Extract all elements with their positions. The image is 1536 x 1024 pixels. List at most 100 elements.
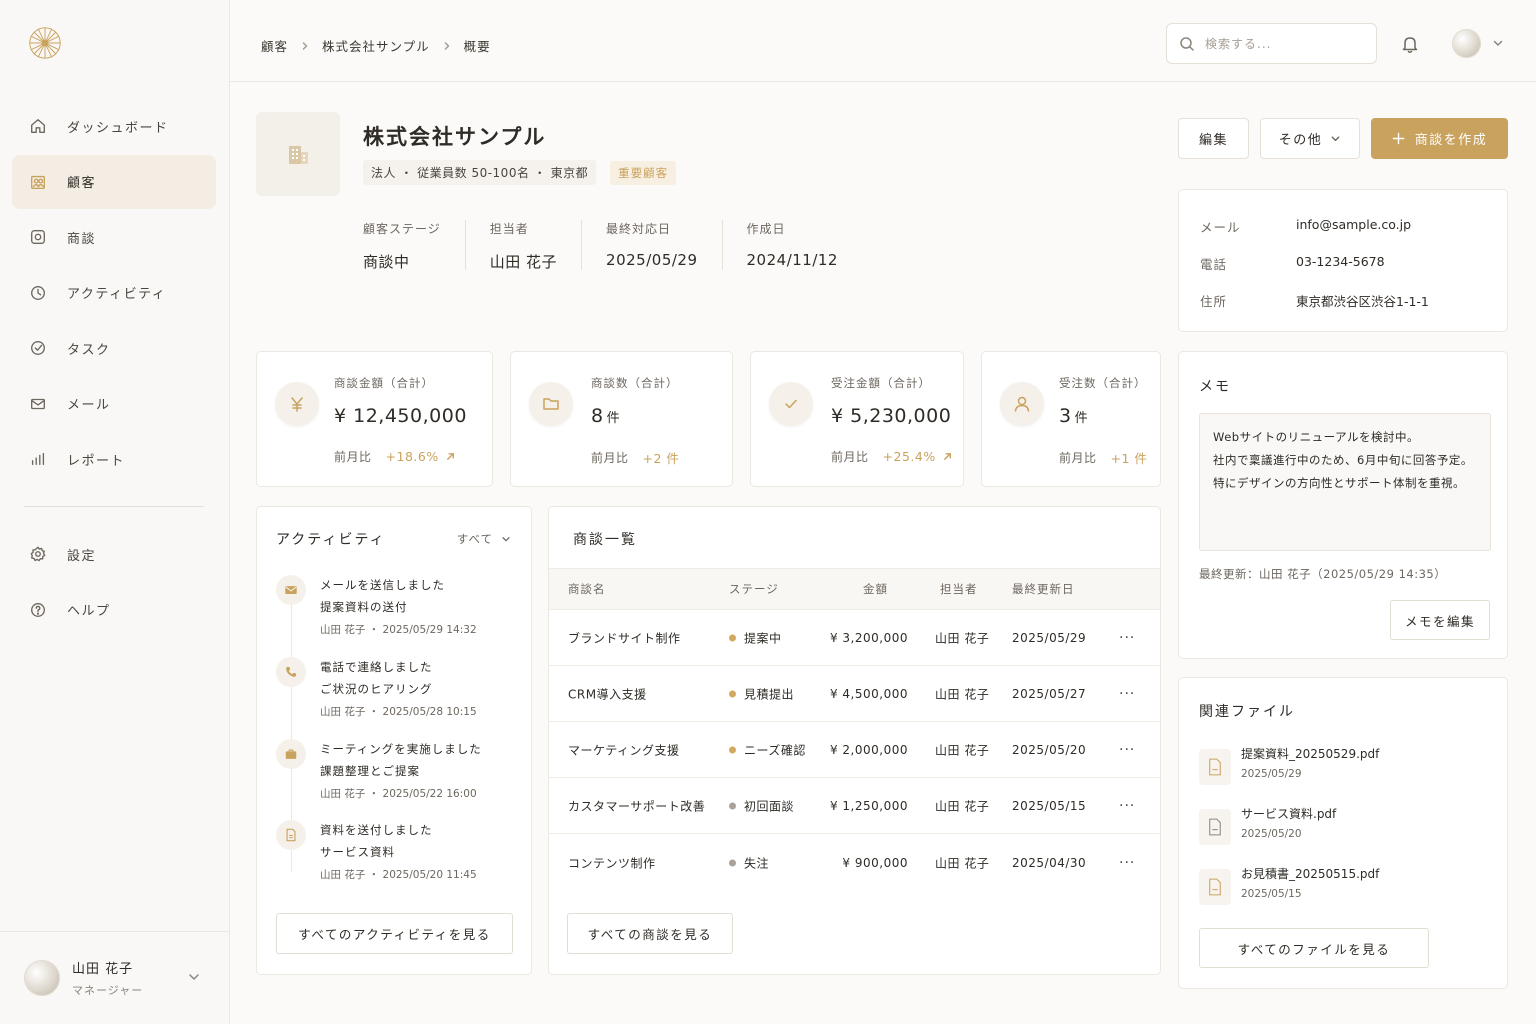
file-name[interactable]: サービス資料.pdf xyxy=(1241,805,1336,822)
sidebar-secondary-nav: 設定 ヘルプ xyxy=(12,527,216,638)
stage-dot xyxy=(729,690,736,698)
files-title: 関連ファイル xyxy=(1199,704,1295,720)
column-header-name[interactable]: 商談名 xyxy=(568,581,606,597)
view-all-deals-button[interactable]: すべての商談を見る xyxy=(567,913,733,954)
chevron-down-icon[interactable] xyxy=(1492,37,1504,49)
file-date: 2025/05/29 xyxy=(1241,768,1302,780)
deal-name[interactable]: マーケティング支援 xyxy=(568,742,680,759)
clock-icon xyxy=(31,285,45,300)
status-badge: 重要顧客 xyxy=(610,160,677,185)
edit-button[interactable]: 編集 xyxy=(1178,118,1249,159)
contact-label: メール xyxy=(1200,220,1241,235)
sidebar-item-label: レポート xyxy=(67,453,126,469)
sidebar-item-mail[interactable]: メール xyxy=(12,377,216,431)
view-all-deals-label: すべての商談を見る xyxy=(587,927,713,942)
header-avatar[interactable] xyxy=(1452,29,1481,58)
row-more-button[interactable]: ··· xyxy=(1119,742,1135,758)
sidebar-item-activity[interactable]: アクティビティ xyxy=(12,266,216,320)
sidebar-item-label: 顧客 xyxy=(67,176,97,191)
edit-memo-label: メモを編集 xyxy=(1404,613,1475,629)
kpi-footer: 前月比 +18.6% xyxy=(334,448,456,465)
company-stats: 顧客ステージ 商談中 担当者 山田 花子 最終対応日 2025/05/29 作成… xyxy=(363,220,886,271)
column-header-amount[interactable]: 金額 xyxy=(863,581,888,597)
deal-name[interactable]: CRM導入支援 xyxy=(568,686,647,703)
table-row[interactable]: CRM導入支援 見積提出 ¥ 4,500,000 山田 花子 2025/05/2… xyxy=(549,667,1160,722)
kpi-footer: 前月比 +1 件 xyxy=(1059,448,1147,467)
kpi-label: 商談金額（合計） xyxy=(334,376,434,390)
chevron-right-icon xyxy=(444,41,449,50)
row-more-button[interactable]: ··· xyxy=(1119,686,1135,702)
table-row[interactable]: マーケティング支援 ニーズ確認 ¥ 2,000,000 山田 花子 2025/0… xyxy=(549,723,1160,778)
file-name[interactable]: 提案資料_20250529.pdf xyxy=(1241,745,1379,762)
row-more-button[interactable]: ··· xyxy=(1119,798,1135,814)
deal-date: 2025/05/27 xyxy=(1012,687,1087,701)
column-header-owner[interactable]: 担当者 xyxy=(940,581,978,597)
sidebar-item-settings[interactable]: 設定 xyxy=(12,527,216,581)
memo-updated: 最終更新：山田 花子（2025/05/29 14:35） xyxy=(1199,567,1447,581)
create-deal-button[interactable]: 商談を作成 xyxy=(1371,118,1508,159)
table-row[interactable]: カスタマーサポート改善 初回面談 ¥ 1,250,000 山田 花子 2025/… xyxy=(549,779,1160,834)
deal-date: 2025/05/29 xyxy=(1012,631,1087,645)
sidebar-item-customers[interactable]: 顧客 xyxy=(12,154,216,209)
sidebar-item-help[interactable]: ヘルプ xyxy=(12,583,216,637)
sidebar-item-reports[interactable]: レポート xyxy=(12,432,216,486)
deal-stage: 見積提出 xyxy=(729,686,794,703)
contact-value[interactable]: 03-1234-5678 xyxy=(1296,254,1385,273)
contact-value[interactable]: info@sample.co.jp xyxy=(1296,217,1411,236)
kpi-won-amount: 受注金額（合計） ¥ 5,230,000 前月比 +25.4% xyxy=(750,351,964,487)
contact-row-phone: 電話 03-1234-5678 xyxy=(1200,254,1385,273)
bell-icon[interactable] xyxy=(1400,34,1420,54)
yen-icon xyxy=(275,382,319,426)
more-button[interactable]: その他 xyxy=(1260,118,1360,159)
column-header-stage[interactable]: ステージ xyxy=(729,581,779,597)
activity-filter[interactable]: すべて xyxy=(457,531,511,547)
contact-label: 住所 xyxy=(1200,294,1228,309)
deal-name[interactable]: コンテンツ制作 xyxy=(568,854,656,871)
deal-name[interactable]: カスタマーサポート改善 xyxy=(568,798,705,815)
stat-value: 山田 花子 xyxy=(489,253,558,271)
row-more-button[interactable]: ··· xyxy=(1119,855,1135,871)
deal-owner: 山田 花子 xyxy=(935,743,990,758)
deal-stage-label: 提案中 xyxy=(744,631,782,646)
chevron-down-icon xyxy=(502,537,510,542)
sidebar-item-label: メール xyxy=(67,398,111,413)
check-circle-icon xyxy=(31,341,45,355)
deal-date: 2025/05/20 xyxy=(1012,743,1087,757)
row-more-button[interactable]: ··· xyxy=(1119,630,1135,646)
deals-icon xyxy=(31,230,45,244)
kpi-value: ¥ 5,230,000 xyxy=(831,405,951,427)
kpi-label: 商談数（合計） xyxy=(591,376,679,390)
activity-sub-text: ご状況のヒアリング xyxy=(320,682,433,696)
breadcrumb-customers[interactable]: 顧客 xyxy=(261,36,288,55)
activity-meta: 山田 花子 ・ 2025/05/28 10:15 xyxy=(320,706,477,718)
deal-stage: 初回面談 xyxy=(729,798,794,815)
deal-amount: ¥ 900,000 xyxy=(842,855,908,870)
contact-row-email: メール info@sample.co.jp xyxy=(1200,217,1411,236)
sidebar-item-deals[interactable]: 商談 xyxy=(12,210,216,264)
table-row[interactable]: コンテンツ制作 失注 ¥ 900,000 山田 花子 2025/04/30 ··… xyxy=(549,835,1160,890)
kpi-change: +18.6% xyxy=(385,449,439,464)
logo[interactable] xyxy=(26,24,64,62)
stage-dot xyxy=(729,802,736,810)
document-icon xyxy=(276,820,306,850)
contact-row-address: 住所 東京都渋谷区渋谷1-1-1 xyxy=(1200,291,1429,310)
kpi-won-count: 受注数（合計） 3件 前月比 +1 件 xyxy=(981,351,1161,487)
column-header-date[interactable]: 最終更新日 xyxy=(1012,581,1075,597)
search-input[interactable] xyxy=(1205,36,1355,51)
memo-line: 社内で稟議進行中のため、6月中旬に回答予定。 xyxy=(1213,453,1473,467)
table-row[interactable]: ブランドサイト制作 提案中 ¥ 3,200,000 山田 花子 2025/05/… xyxy=(549,611,1160,666)
file-name[interactable]: お見積書_20250515.pdf xyxy=(1241,865,1379,882)
memo-text[interactable]: Webサイトのリニューアルを検討中。 社内で稟議進行中のため、6月中旬に回答予定… xyxy=(1199,413,1491,551)
stage-dot xyxy=(729,859,736,866)
sidebar-item-dashboard[interactable]: ダッシュボード xyxy=(12,99,216,153)
breadcrumb-company[interactable]: 株式会社サンプル xyxy=(322,36,430,55)
chevron-down-icon xyxy=(189,974,199,980)
deal-name[interactable]: ブランドサイト制作 xyxy=(568,630,681,647)
user-menu[interactable]: 山田 花子 マネージャー xyxy=(0,931,229,1024)
edit-memo-button[interactable]: メモを編集 xyxy=(1390,600,1490,640)
edit-button-label: 編集 xyxy=(1198,133,1228,148)
view-all-activity-button[interactable]: すべてのアクティビティを見る xyxy=(276,913,513,954)
sidebar-item-label: タスク xyxy=(67,342,111,358)
sidebar-item-tasks[interactable]: タスク xyxy=(12,321,216,375)
view-all-files-button[interactable]: すべてのファイルを見る xyxy=(1199,928,1429,968)
